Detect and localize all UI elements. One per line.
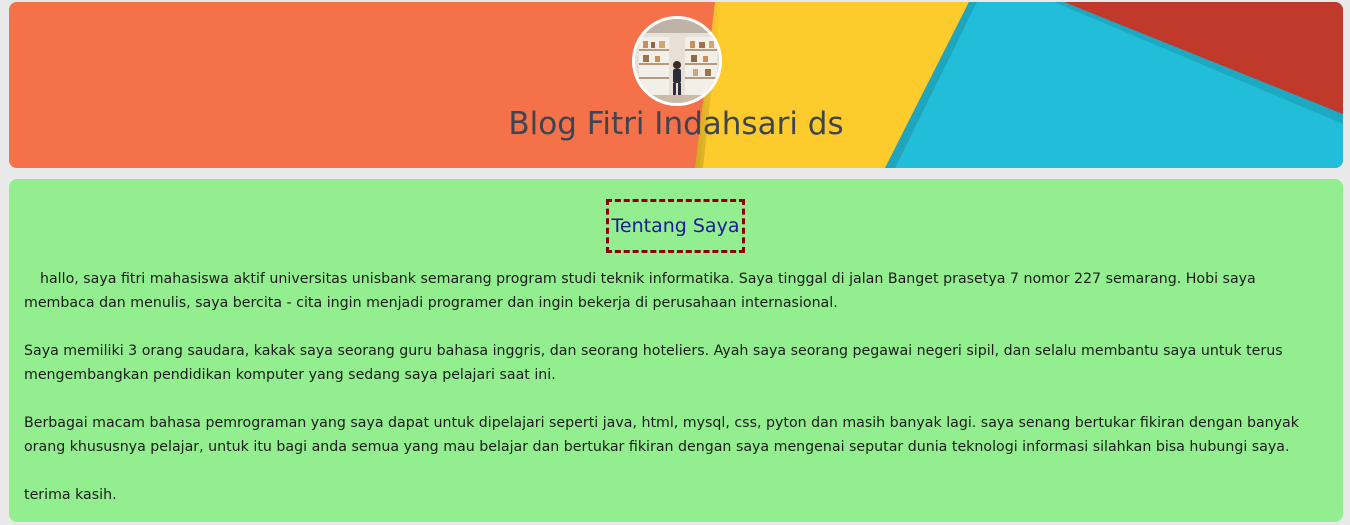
about-text: hallo, saya fitri mahasiswa aktif univer…: [24, 267, 1329, 507]
paragraph-3: Berbagai macam bahasa pemrograman yang s…: [24, 415, 1299, 455]
profile-avatar[interactable]: [632, 16, 722, 106]
paragraph-4: terima kasih.: [24, 487, 117, 503]
avatar-photo: [635, 19, 719, 103]
section-title: Tentang Saya: [611, 215, 740, 237]
blog-title[interactable]: Blog Fitri Indahsari ds: [9, 106, 1343, 142]
blog-header: Blog Fitri Indahsari ds: [9, 2, 1343, 168]
section-title-box: Tentang Saya: [606, 199, 745, 253]
about-section: Tentang Saya hallo, saya fitri mahasiswa…: [9, 179, 1343, 522]
paragraph-2: Saya memiliki 3 orang saudara, kakak say…: [24, 343, 1283, 383]
paragraph-1-text: hallo, saya fitri mahasiswa aktif univer…: [24, 271, 1256, 311]
paragraph-1: hallo, saya fitri mahasiswa aktif univer…: [24, 267, 1329, 315]
